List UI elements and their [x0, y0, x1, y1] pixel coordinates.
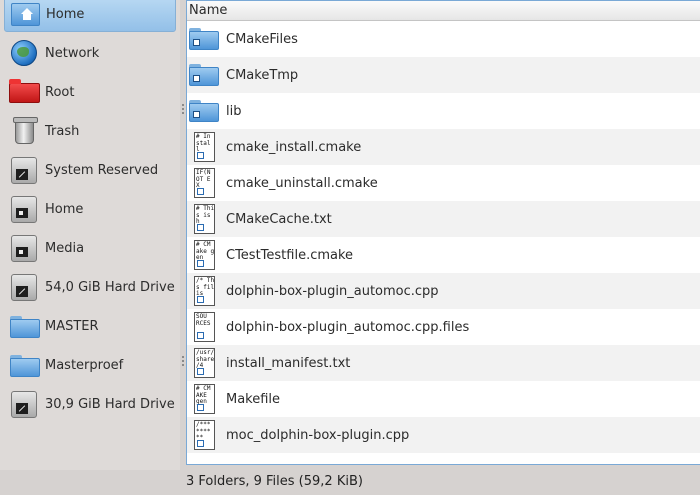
trash-icon — [8, 115, 40, 147]
file-name: install_manifest.txt — [226, 355, 351, 371]
text-file-icon: /* Thi s file is — [187, 274, 221, 308]
file-row[interactable]: CMakeTmp — [187, 57, 700, 93]
file-row[interactable]: # CM ake g en CTestTestfile.cmake — [187, 237, 700, 273]
file-preview-text: /usr/ share /4 — [196, 349, 215, 369]
file-preview-text: # CM ake g en — [196, 241, 215, 261]
place-label: System Reserved — [45, 162, 159, 178]
place-label: Home — [46, 6, 85, 22]
text-file-icon: # CM ake g en — [187, 238, 221, 272]
text-file-icon: /*** **** ** — [187, 418, 221, 452]
file-row[interactable]: CMakeFiles — [187, 21, 700, 57]
place-item-media[interactable]: Media — [4, 230, 176, 266]
text-file-icon: IF(N OT E X — [187, 166, 221, 200]
folder-icon — [187, 22, 221, 56]
file-name: Makefile — [226, 391, 281, 407]
text-file-icon: # In stal l — [187, 130, 221, 164]
file-preview-text: # Thi s is t h — [196, 205, 215, 225]
file-preview-text: # CM AKE gen — [196, 385, 211, 405]
place-item-30-9-gib-hard-drive[interactable]: 30,9 GiB Hard Drive — [4, 386, 176, 422]
folder-icon — [8, 310, 40, 342]
file-row[interactable]: /usr/ share /4 install_manifest.txt — [187, 345, 700, 381]
place-label: Masterproef — [45, 357, 124, 373]
file-name: CMakeFiles — [226, 31, 298, 47]
file-preview-text: /*** **** ** — [196, 421, 211, 441]
root-folder-icon — [8, 76, 40, 108]
place-label: Trash — [45, 123, 80, 139]
file-preview-text: IF(N OT E X — [196, 169, 211, 189]
file-name: lib — [226, 103, 242, 119]
places-panel: Home Network Root Trash System Reserved Home M… — [0, 0, 180, 470]
status-text: 3 Folders, 9 Files (59,2 KiB) — [186, 474, 363, 489]
splitter-grip — [182, 364, 184, 366]
file-name: CTestTestfile.cmake — [226, 247, 354, 263]
drive-icon — [8, 154, 40, 186]
file-row[interactable]: # CM AKE gen Makefile — [187, 381, 700, 417]
file-name: dolphin-box-plugin_automoc.cpp — [226, 283, 439, 299]
text-file-icon: SOU RCES — [187, 310, 221, 344]
file-name: cmake_install.cmake — [226, 139, 362, 155]
place-label: Root — [45, 84, 75, 100]
folder-icon — [187, 94, 221, 128]
file-name: CMakeCache.txt — [226, 211, 332, 227]
place-item-masterproef[interactable]: Masterproef — [4, 347, 176, 383]
place-item-master[interactable]: MASTER — [4, 308, 176, 344]
place-item-54-0-gib-hard-drive[interactable]: 54,0 GiB Hard Drive — [4, 269, 176, 305]
folder-icon — [8, 349, 40, 381]
file-row[interactable]: /* Thi s file is dolphin-box-plugin_autom… — [187, 273, 700, 309]
splitter-grip — [182, 108, 184, 110]
file-row[interactable]: # In stal l cmake_install.cmake — [187, 129, 700, 165]
file-preview-text: /* Thi s file is — [196, 277, 215, 297]
network-icon — [8, 37, 40, 69]
column-header: Name — [187, 1, 700, 21]
file-preview-text: SOU RCES — [196, 313, 211, 327]
file-row[interactable]: /*** **** ** moc_dolphin-box-plugin.cpp — [187, 417, 700, 453]
home-icon — [9, 0, 41, 30]
file-name: dolphin-box-plugin_automoc.cpp.files — [226, 319, 470, 335]
drive-icon — [8, 193, 40, 225]
place-item-network[interactable]: Network — [4, 35, 176, 71]
place-item-root[interactable]: Root — [4, 74, 176, 110]
status-bar: 3 Folders, 9 Files (59,2 KiB) — [0, 470, 700, 495]
splitter-grip — [182, 356, 184, 358]
place-label: Network — [45, 45, 100, 61]
place-item-trash[interactable]: Trash — [4, 113, 176, 149]
column-header-name[interactable]: Name — [189, 3, 227, 18]
drive-icon — [8, 271, 40, 303]
splitter-grip — [182, 104, 184, 106]
place-label: 30,9 GiB Hard Drive — [45, 396, 175, 412]
place-item-home[interactable]: Home — [4, 0, 176, 32]
file-row[interactable]: IF(N OT E X cmake_uninstall.cmake — [187, 165, 700, 201]
text-file-icon: /usr/ share /4 — [187, 346, 221, 380]
place-label: 54,0 GiB Hard Drive — [45, 279, 175, 295]
text-file-icon: # CM AKE gen — [187, 382, 221, 416]
file-preview-text: # In stal l — [196, 133, 211, 153]
file-name: CMakeTmp — [226, 67, 299, 83]
file-view: Name CMakeFiles CMakeTmp lib # In stal l cma… — [186, 0, 700, 465]
splitter-grip — [182, 360, 184, 362]
place-item-home[interactable]: Home — [4, 191, 176, 227]
file-name: moc_dolphin-box-plugin.cpp — [226, 427, 410, 443]
file-row[interactable]: lib — [187, 93, 700, 129]
place-label: Home — [45, 201, 84, 217]
file-row[interactable]: # Thi s is t h CMakeCache.txt — [187, 201, 700, 237]
folder-icon — [187, 58, 221, 92]
drive-icon — [8, 232, 40, 264]
splitter-grip — [182, 112, 184, 114]
place-item-system-reserved[interactable]: System Reserved — [4, 152, 176, 188]
drive-icon — [8, 388, 40, 420]
text-file-icon: # Thi s is t h — [187, 202, 221, 236]
place-label: MASTER — [45, 318, 99, 334]
place-label: Media — [45, 240, 85, 256]
file-row[interactable]: SOU RCES dolphin-box-plugin_automoc.cpp.… — [187, 309, 700, 345]
file-name: cmake_uninstall.cmake — [226, 175, 378, 191]
